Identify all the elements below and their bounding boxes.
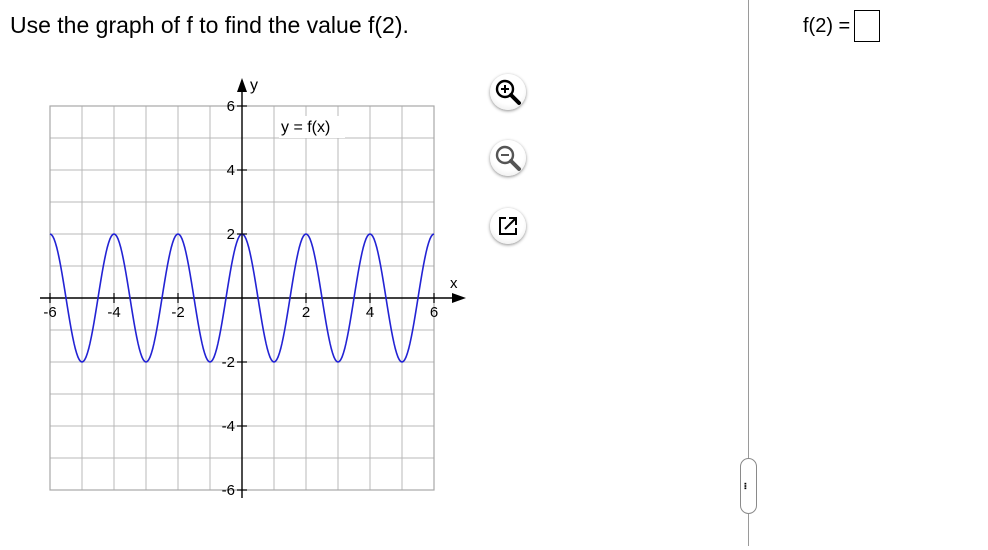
y-tick-label: 4 (227, 162, 235, 179)
zoom-in-icon (494, 78, 522, 106)
zoom-out-icon (494, 144, 522, 172)
curve-annotation: y = f(x) (281, 119, 330, 136)
zoom-out-button[interactable] (490, 140, 526, 176)
y-tick-label: 6 (227, 98, 235, 115)
y-tick-label: 2 (227, 226, 235, 243)
x-tick-label: -2 (171, 304, 184, 321)
function-graph: -6 -4 -2 2 4 6 6 4 2 -2 -4 -6 x y y = f(x) (0, 70, 500, 550)
x-tick-label: 2 (302, 304, 310, 321)
answer-input[interactable] (854, 10, 880, 42)
y-tick-label: -4 (222, 418, 235, 435)
x-axis-arrow (452, 293, 466, 303)
x-axis-label: x (450, 275, 458, 292)
y-tick-label: -2 (222, 354, 235, 371)
y-axis-arrow (237, 78, 247, 92)
zoom-in-button[interactable] (490, 74, 526, 110)
popout-icon (496, 214, 520, 238)
question-prompt: Use the graph of f to find the value f(2… (10, 12, 409, 39)
more-options-button[interactable]: ... (740, 458, 757, 514)
popout-button[interactable] (490, 208, 526, 244)
answer-label: f(2) = (803, 15, 850, 38)
y-tick-label: -6 (222, 482, 235, 499)
x-tick-label: 6 (430, 304, 438, 321)
x-tick-label: -4 (107, 304, 120, 321)
answer-area: f(2) = (803, 10, 880, 42)
x-tick-label: -6 (43, 304, 56, 321)
y-axis-label: y (250, 77, 258, 94)
more-options-label: ... (742, 482, 756, 489)
x-tick-label: 4 (366, 304, 374, 321)
